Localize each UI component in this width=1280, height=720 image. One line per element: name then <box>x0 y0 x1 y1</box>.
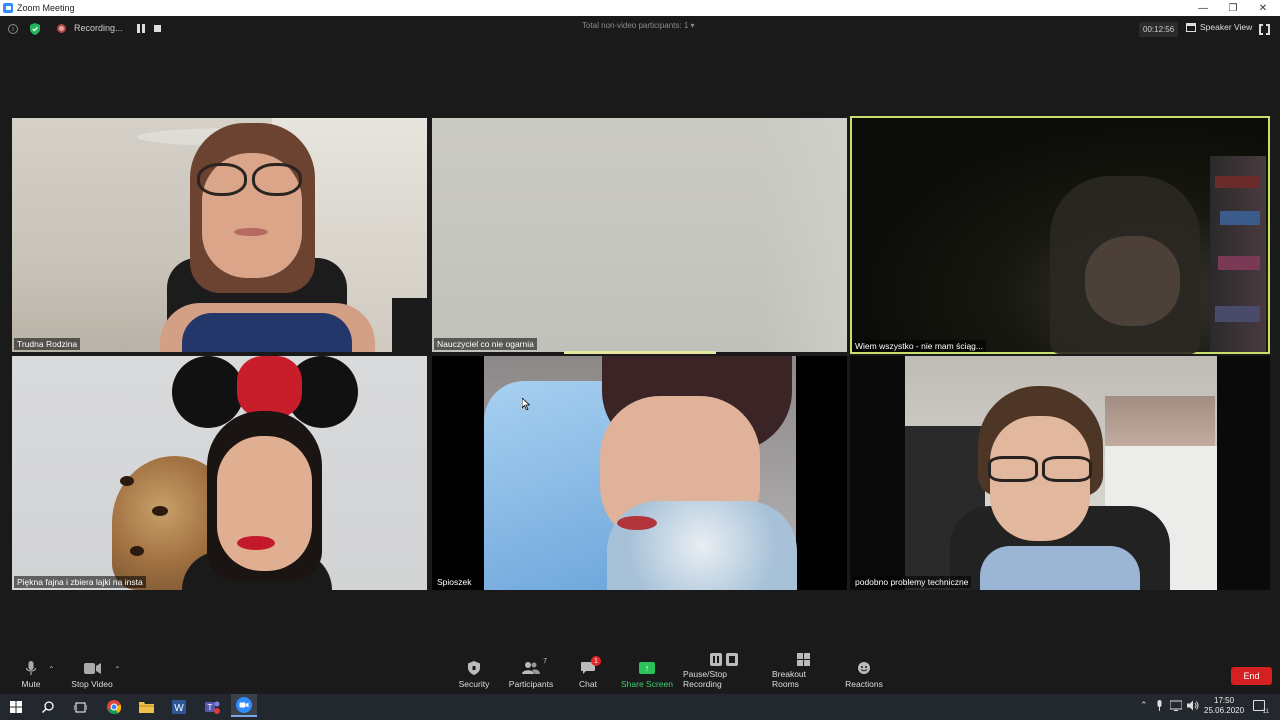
participant-name: podobno problemy techniczne <box>852 576 972 588</box>
audio-level-bar <box>564 351 716 354</box>
network-icon[interactable] <box>1169 700 1183 713</box>
zoom-app-icon <box>3 3 13 13</box>
chat-bubble-icon: 1 <box>581 656 601 676</box>
mouse-cursor-icon <box>522 398 530 410</box>
video-tile[interactable]: Nauczyciel co nie ogarnia <box>432 118 847 352</box>
restore-button[interactable]: ❐ <box>1218 0 1248 16</box>
svg-text:T: T <box>207 703 212 712</box>
video-tile[interactable]: podobno problemy techniczne <box>850 356 1270 590</box>
video-tile[interactable]: Spioszek <box>432 356 847 590</box>
search-icon[interactable] <box>38 697 58 717</box>
participant-name: Piękna fajna i zbiera lajki na insta <box>14 576 146 588</box>
system-clock[interactable]: 17:50 25.06.2020 <box>1204 696 1244 716</box>
chrome-icon[interactable] <box>104 697 124 717</box>
windows-start-icon[interactable] <box>6 697 26 717</box>
teams-icon[interactable]: T <box>202 697 222 717</box>
word-icon[interactable]: W <box>169 697 189 717</box>
shield-icon <box>468 660 480 676</box>
speaker-view-button[interactable]: Speaker View <box>1186 22 1252 32</box>
volume-icon[interactable] <box>1187 700 1199 713</box>
pause-stop-icon <box>710 653 738 666</box>
view-layout-icon <box>1186 22 1196 32</box>
end-meeting-button[interactable]: End <box>1231 667 1272 685</box>
security-button[interactable]: Security <box>456 654 492 692</box>
action-center-icon[interactable]: 11 <box>1253 700 1269 715</box>
share-screen-icon: ↑ <box>639 660 655 676</box>
encryption-shield-icon[interactable] <box>30 23 40 35</box>
breakout-rooms-label: Breakout Rooms <box>772 669 807 689</box>
chat-unread-badge: 1 <box>591 656 601 666</box>
participant-name: Trudna Rodzina <box>14 338 81 350</box>
mute-button[interactable]: Mute <box>16 654 46 692</box>
windows-taskbar: W T ⌃ 17:50 25.06.2020 11 <box>0 694 1280 720</box>
breakout-rooms-grid-icon <box>796 653 810 666</box>
breakout-rooms-button[interactable]: Breakout Rooms <box>772 653 834 692</box>
pause-recording-button[interactable] <box>137 24 145 33</box>
chat-label: Chat <box>579 679 597 689</box>
participant-name: Nauczyciel co nie ogarnia <box>434 338 537 350</box>
recording-label: Recording... <box>74 23 123 33</box>
notification-count: 11 <box>1262 709 1269 715</box>
video-camera-icon <box>83 660 101 676</box>
stop-video-label: Stop Video <box>71 679 113 689</box>
fullscreen-icon[interactable] <box>1259 23 1270 36</box>
participant-name: Spioszek <box>434 576 475 588</box>
clock-time: 17:50 <box>1214 696 1235 705</box>
participants-count: 7 <box>543 658 547 665</box>
recording-indicator-icon <box>57 24 66 33</box>
speaker-view-label: Speaker View <box>1200 22 1253 32</box>
mute-label: Mute <box>21 679 41 689</box>
stop-video-button[interactable]: Stop Video <box>68 654 116 692</box>
clock-date: 25.06.2020 <box>1204 706 1245 715</box>
audio-options-chevron-up-icon[interactable]: ⌃ <box>48 665 55 674</box>
meeting-topbar: i Recording... Total non-video participa… <box>0 16 1280 42</box>
reactions-label: Reactions <box>845 679 883 689</box>
show-hidden-icons-chevron-icon[interactable]: ⌃ <box>1140 700 1148 711</box>
meeting-toolbar: Mute ⌃ Stop Video ⌃ Security 7 Participa… <box>0 653 1280 692</box>
share-screen-button[interactable]: ↑ Share Screen <box>620 654 674 692</box>
stop-recording-button[interactable] <box>154 25 161 32</box>
chat-button[interactable]: 1 Chat <box>574 654 602 692</box>
security-label: Security <box>458 679 490 689</box>
task-view-icon[interactable] <box>70 697 90 717</box>
video-options-chevron-up-icon[interactable]: ⌃ <box>114 665 121 674</box>
zoom-taskbar-icon[interactable] <box>231 694 257 717</box>
close-button[interactable]: ✕ <box>1248 0 1278 16</box>
pause-stop-recording-button[interactable]: Pause/Stop Recording <box>683 653 765 692</box>
participants-icon: 7 <box>522 658 547 676</box>
smiley-icon <box>857 660 871 676</box>
svg-text:W: W <box>174 703 184 714</box>
meeting-info-icon[interactable]: i <box>8 24 18 34</box>
video-tile[interactable]: Piękna fajna i zbiera lajki na insta <box>12 356 427 590</box>
window-titlebar: Zoom Meeting — ❐ ✕ <box>0 0 1280 16</box>
video-tile[interactable]: Trudna Rodzina <box>12 118 427 352</box>
pause-stop-recording-label: Pause/Stop Recording <box>683 669 727 689</box>
file-explorer-icon[interactable] <box>136 697 156 717</box>
participants-button[interactable]: 7 Participants <box>509 654 553 692</box>
microphone-icon <box>26 660 36 676</box>
reactions-button[interactable]: Reactions <box>844 654 884 692</box>
minimize-button[interactable]: — <box>1188 0 1218 16</box>
participant-name: Wiem wszystko - nie mam ściąg... <box>852 340 986 352</box>
window-title: Zoom Meeting <box>17 3 75 13</box>
tray-microphone-icon[interactable] <box>1156 700 1163 713</box>
video-tile-active-speaker[interactable]: Wiem wszystko - nie mam ściąg... <box>850 116 1270 354</box>
non-video-participants-dropdown[interactable]: Total non-video participants: 1 ▾ <box>582 21 695 30</box>
participants-label: Participants <box>508 679 554 689</box>
meeting-timer: 00:12:56 <box>1139 22 1179 37</box>
share-screen-label: Share Screen <box>621 679 673 689</box>
